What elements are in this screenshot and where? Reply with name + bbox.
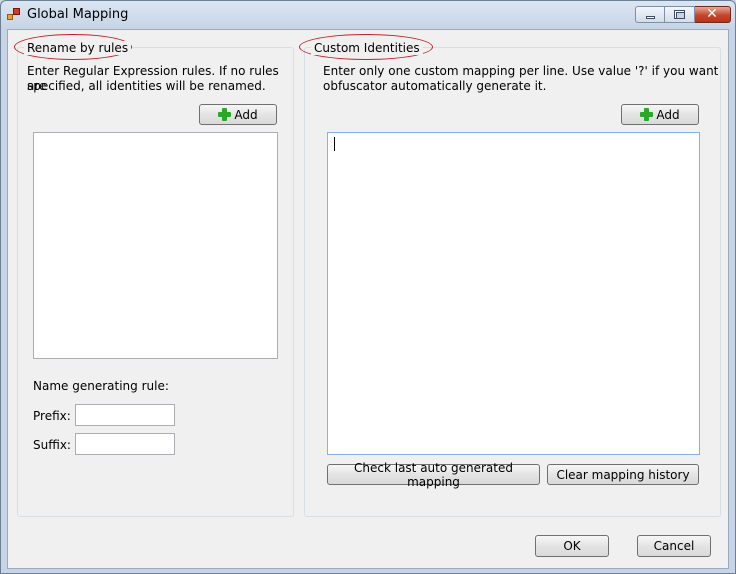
plus-icon bbox=[640, 108, 654, 121]
name-generating-rule-label: Name generating rule: bbox=[33, 379, 169, 393]
global-mapping-window: Global Mapping ✕ Rename by rules Enter R… bbox=[0, 0, 736, 574]
ok-button[interactable]: OK bbox=[535, 535, 609, 557]
close-icon: ✕ bbox=[706, 6, 718, 22]
minimize-button[interactable] bbox=[635, 6, 665, 23]
custom-identities-description-line1: Enter only one custom mapping per line. … bbox=[323, 64, 719, 78]
text-caret bbox=[334, 137, 335, 151]
rename-by-rules-legend: Rename by rules bbox=[24, 41, 132, 55]
clear-mapping-history-button[interactable]: Clear mapping history bbox=[547, 464, 699, 485]
custom-mapping-textarea[interactable] bbox=[327, 132, 700, 455]
title-bar[interactable]: Global Mapping ✕ bbox=[1, 1, 735, 29]
cancel-button[interactable]: Cancel bbox=[637, 535, 711, 557]
rename-by-rules-group: Rename by rules Enter Regular Expression… bbox=[14, 34, 294, 517]
app-icon bbox=[7, 8, 21, 21]
minimize-icon bbox=[646, 16, 655, 19]
add-mapping-label: Add bbox=[656, 107, 680, 122]
restore-icon bbox=[674, 10, 685, 19]
add-rule-button[interactable]: Add bbox=[199, 104, 277, 125]
add-rule-label: Add bbox=[234, 107, 258, 122]
prefix-label: Prefix: bbox=[33, 409, 71, 423]
custom-identities-description-line2: obfuscator automatically generate it. bbox=[323, 79, 547, 93]
add-mapping-button[interactable]: Add bbox=[621, 104, 699, 125]
maximize-button[interactable] bbox=[665, 6, 695, 23]
dialog-client-area: Rename by rules Enter Regular Expression… bbox=[7, 29, 729, 569]
window-title: Global Mapping bbox=[27, 7, 129, 22]
prefix-input[interactable] bbox=[75, 404, 175, 426]
suffix-label: Suffix: bbox=[33, 438, 71, 452]
suffix-input[interactable] bbox=[75, 433, 175, 455]
custom-identities-legend: Custom Identities bbox=[311, 41, 423, 55]
check-auto-generated-mapping-button[interactable]: Check last auto generated mapping bbox=[327, 461, 540, 489]
close-button[interactable]: ✕ bbox=[695, 6, 731, 23]
custom-identities-group: Custom Identities Enter only one custom … bbox=[299, 34, 721, 517]
plus-icon bbox=[218, 108, 232, 121]
rules-listbox[interactable] bbox=[33, 132, 278, 359]
rename-rules-description-line2: specified, all identities will be rename… bbox=[27, 79, 266, 93]
